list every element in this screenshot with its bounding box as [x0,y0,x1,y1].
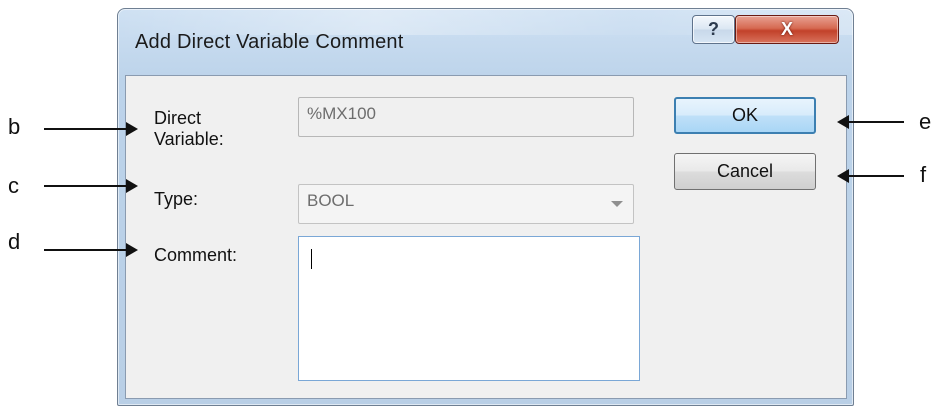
callout-d-arrow-icon [126,243,138,257]
callout-d-line [44,249,126,251]
dialog-client-area: Direct Variable: %MX100 Type: BOOL Comme… [125,75,847,399]
text-caret [311,249,312,269]
callout-c: c [8,173,19,198]
callout-c-arrow-icon [126,179,138,193]
type-select-value: BOOL [307,191,355,210]
type-select: BOOL [298,184,634,224]
callout-d: d [8,229,21,254]
help-button[interactable]: ? [692,15,735,44]
help-icon: ? [708,19,719,39]
close-icon: X [780,19,793,39]
direct-variable-label: Direct Variable: [154,108,224,149]
ok-button[interactable]: OK [674,97,816,134]
cancel-button[interactable]: Cancel [674,153,816,190]
callout-e: e [919,109,932,134]
dialog-title: Add Direct Variable Comment [135,31,404,53]
dialog-window: Add Direct Variable Comment ? X Direct V… [117,8,854,406]
callout-e-line [849,121,904,123]
callout-e-arrow-icon [837,115,849,129]
close-button[interactable]: X [735,15,839,44]
comment-textarea[interactable] [298,236,640,381]
callout-f-arrow-icon [837,169,849,183]
callout-f-line [849,175,904,177]
callout-b: b [8,114,21,139]
callout-b-arrow-icon [126,122,138,136]
direct-variable-field: %MX100 [298,97,634,137]
title-bar: Add Direct Variable Comment ? X [118,9,853,75]
dropdown-arrow-icon [611,201,623,207]
callout-f: f [920,162,927,187]
type-label: Type: [154,189,199,209]
callout-b-line [44,128,126,130]
comment-label: Comment: [154,245,238,265]
callout-c-line [44,185,126,187]
